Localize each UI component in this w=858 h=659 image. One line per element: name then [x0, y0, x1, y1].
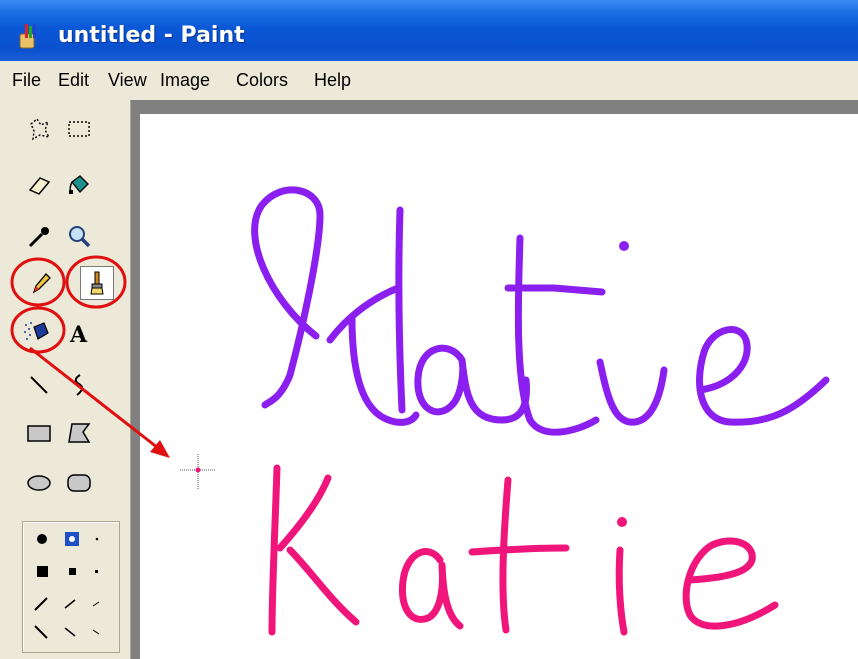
title-bar[interactable]: untitled - Paint — [0, 0, 858, 61]
highlight-circles — [10, 255, 127, 354]
menu-bar: File Edit View Image Colors Help — [0, 61, 858, 101]
menu-view[interactable]: View — [108, 70, 147, 91]
brush-shape-options — [34, 532, 100, 639]
rectangle-icon[interactable] — [22, 416, 56, 450]
window-title: untitled - Paint — [58, 23, 245, 48]
drawing-canvas[interactable] — [140, 114, 858, 659]
menu-help[interactable]: Help — [314, 70, 351, 91]
menu-edit[interactable]: Edit — [58, 70, 89, 91]
line-icon[interactable] — [22, 368, 56, 402]
tool-options-panel[interactable] — [22, 521, 120, 653]
polygon-icon[interactable] — [62, 416, 96, 450]
curve-icon[interactable] — [62, 368, 96, 402]
menu-colors[interactable]: Colors — [236, 70, 288, 91]
menu-image[interactable]: Image — [160, 70, 210, 91]
paint-app-icon — [19, 24, 36, 49]
ellipse-icon[interactable] — [22, 466, 56, 500]
menu-file[interactable]: File — [12, 70, 41, 91]
rounded-rectangle-icon[interactable] — [62, 466, 96, 500]
toolbox: A — [0, 100, 131, 659]
